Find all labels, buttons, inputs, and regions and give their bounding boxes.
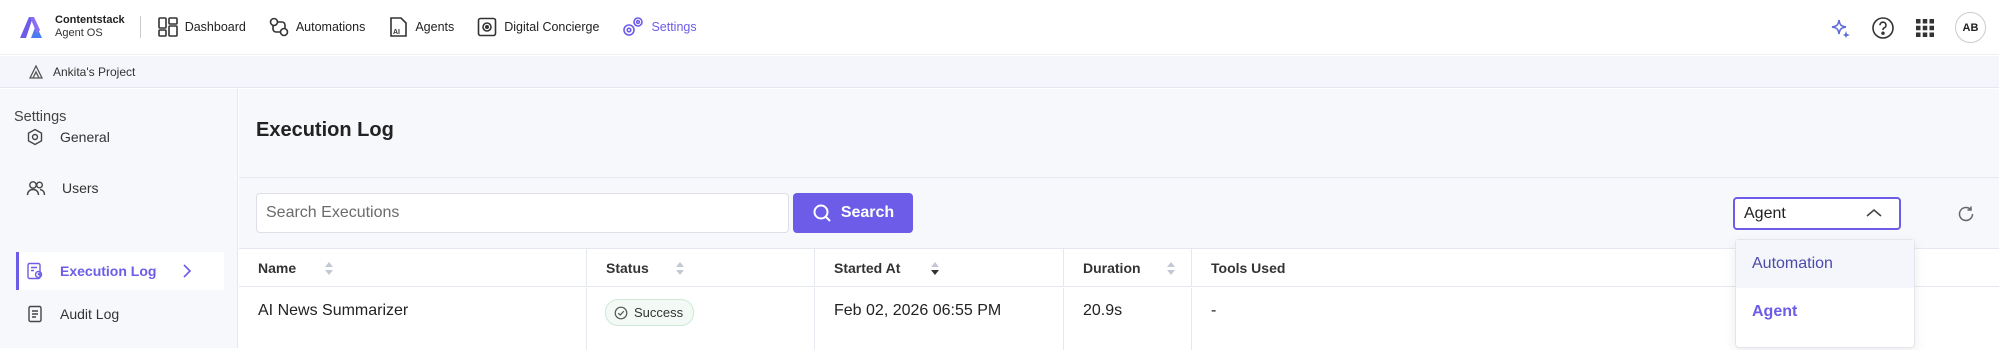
agents-icon: AI (390, 17, 408, 37)
settings-sidebar: Settings General Users Execution Log Aud… (0, 89, 238, 348)
sort-icon (325, 262, 333, 275)
users-icon (26, 181, 46, 196)
refresh-icon (1958, 206, 1974, 222)
search-button[interactable]: Search (793, 193, 913, 233)
sidebar-item-audit-log[interactable]: Audit Log (16, 295, 224, 333)
cell-duration: 20.9s (1064, 288, 1192, 350)
check-circle-icon (614, 306, 628, 319)
brand-product: Agent OS (55, 27, 103, 39)
sidebar-item-label: General (60, 129, 110, 145)
top-navbar: Contentstack Agent OS Dashboard Automati… (0, 0, 1999, 55)
sidebar-item-label: Execution Log (60, 263, 157, 279)
column-header-duration[interactable]: Duration (1064, 249, 1192, 287)
dropdown-option-agent[interactable]: Agent (1736, 288, 1914, 336)
main-nav: Dashboard Automations AI Agents Digital … (157, 16, 719, 38)
execution-log-icon (27, 262, 43, 280)
refresh-button[interactable] (1956, 204, 1976, 229)
chevron-right-icon (183, 264, 192, 278)
column-header-name[interactable]: Name (239, 249, 587, 287)
nav-agents[interactable]: AI Agents (387, 16, 454, 38)
apps-button[interactable] (1915, 18, 1935, 38)
help-button[interactable] (1871, 16, 1895, 40)
cell-name: AI News Summarizer (239, 288, 587, 350)
sidebar-item-execution-log[interactable]: Execution Log (16, 252, 224, 290)
sidebar-item-users[interactable]: Users (16, 169, 224, 207)
dashboard-icon (157, 17, 178, 37)
svg-text:AI: AI (393, 29, 400, 36)
nav-digital-concierge[interactable]: Digital Concierge (476, 16, 599, 38)
sort-descending-icon (931, 262, 939, 275)
column-header-started-at[interactable]: Started At (815, 249, 1064, 287)
nav-digital-concierge-label: Digital Concierge (504, 20, 600, 34)
sidebar-item-general[interactable]: General (16, 118, 224, 156)
brand-logo[interactable]: Contentstack Agent OS (18, 14, 125, 40)
chevron-up-icon (1866, 208, 1882, 217)
dropdown-option-automation[interactable]: Automation (1736, 240, 1914, 288)
status-text: Success (634, 305, 684, 320)
sidebar-item-label: Users (62, 180, 99, 196)
nav-automations[interactable]: Automations (268, 16, 365, 38)
brand-name: Contentstack (55, 14, 125, 26)
search-button-label: Search (840, 204, 895, 221)
audit-log-icon (28, 305, 42, 323)
nav-dashboard[interactable]: Dashboard (157, 16, 246, 38)
sidebar-item-label: Audit Log (60, 306, 120, 322)
type-filter-value: Agent (1744, 204, 1786, 222)
nav-settings-label: Settings (651, 20, 697, 34)
concierge-icon (477, 17, 497, 37)
cell-started-at: Feb 02, 2026 06:55 PM (815, 288, 1064, 350)
status-badge: Success (605, 299, 695, 326)
automations-icon (269, 17, 289, 37)
divider (139, 16, 141, 38)
ai-assistant-button[interactable] (1829, 17, 1851, 39)
sort-icon (676, 262, 684, 275)
nav-settings[interactable]: Settings (621, 16, 697, 38)
project-bar: Ankita's Project (0, 56, 1999, 88)
type-filter-dropdown: Automation Agent (1735, 239, 1915, 348)
gear-icon (27, 128, 43, 146)
nav-agents-label: Agents (415, 20, 455, 34)
apps-grid-icon (1916, 18, 1934, 37)
project-icon (28, 64, 44, 79)
nav-automations-label: Automations (295, 20, 366, 34)
search-icon (813, 204, 831, 222)
column-header-status[interactable]: Status (587, 249, 815, 287)
type-filter-select[interactable]: Agent (1733, 197, 1901, 230)
project-name[interactable]: Ankita's Project (53, 65, 135, 79)
sparkle-icon (1831, 19, 1850, 38)
avatar[interactable]: AB (1955, 12, 1986, 43)
settings-icon (623, 17, 644, 36)
search-input[interactable]: Search Executions (256, 193, 789, 233)
contentstack-logo-icon (20, 17, 42, 38)
sort-icon (1167, 262, 1175, 275)
cell-status: Success (587, 288, 815, 350)
nav-dashboard-label: Dashboard (184, 20, 246, 34)
page-title: Execution Log (256, 119, 394, 141)
help-icon (1872, 16, 1894, 39)
